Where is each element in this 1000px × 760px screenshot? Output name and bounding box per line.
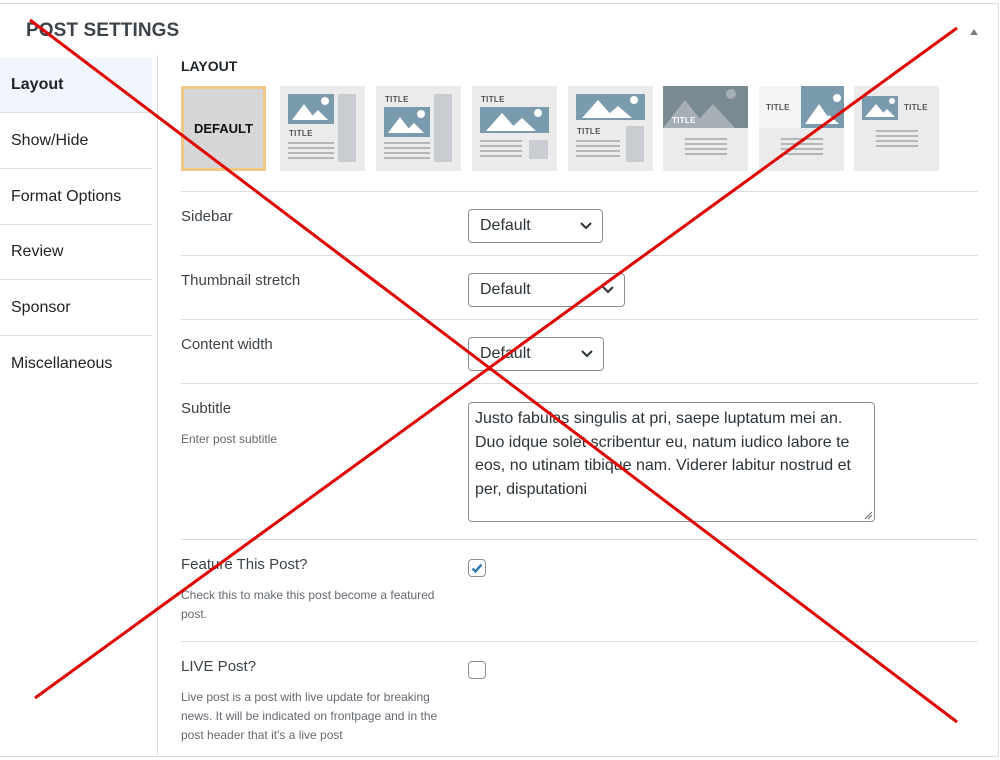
- divider: [181, 319, 978, 320]
- content-width-select[interactable]: Default: [468, 337, 604, 371]
- divider: [181, 191, 978, 192]
- layout-option-title: TITLE: [385, 95, 409, 104]
- tab-miscellaneous[interactable]: Miscellaneous: [0, 337, 152, 392]
- layout-option-title-left-image-right[interactable]: TITLE: [759, 86, 844, 171]
- layout-option-image-left-title-right[interactable]: TITLE: [854, 86, 939, 171]
- layout-option-title-top-image-sidebar[interactable]: TITLE: [376, 86, 461, 171]
- settings-tabs: Layout Show/Hide Format Options Review S…: [0, 55, 158, 755]
- resize-grip-icon[interactable]: [863, 510, 873, 520]
- layout-option-default-label: DEFAULT: [194, 121, 253, 136]
- live-post-label: LIVE Post?: [181, 658, 257, 675]
- layout-option-title: TITLE: [481, 95, 505, 104]
- subtitle-label: Subtitle: [181, 400, 232, 417]
- layout-option-title: TITLE: [904, 103, 928, 112]
- layout-option-title: TITLE: [672, 116, 696, 125]
- divider: [181, 641, 978, 642]
- feature-post-label: Feature This Post?: [181, 556, 308, 573]
- thumbnail-stretch-label: Thumbnail stretch: [181, 272, 301, 289]
- checkmark-icon: [471, 563, 483, 574]
- layout-option-title: TITLE: [577, 127, 601, 136]
- subtitle-textarea[interactable]: Justo fabulas singulis at pri, saepe lup…: [468, 402, 875, 522]
- layout-option-title-top-wide-image-small-box[interactable]: TITLE: [472, 86, 557, 171]
- tab-review[interactable]: Review: [0, 225, 152, 280]
- tab-format-options[interactable]: Format Options: [0, 170, 152, 225]
- live-post-description: Live post is a post with live update for…: [181, 690, 438, 742]
- tab-show-hide[interactable]: Show/Hide: [0, 114, 152, 169]
- tab-sponsor[interactable]: Sponsor: [0, 281, 152, 336]
- layout-option-title: TITLE: [766, 103, 790, 112]
- chevron-down-icon: [581, 350, 593, 358]
- feature-post-description: Check this to make this post become a fe…: [181, 588, 435, 621]
- chevron-down-icon: [580, 222, 592, 230]
- divider: [181, 539, 978, 540]
- layout-thumbnail-icon: [759, 86, 844, 155]
- sidebar-label: Sidebar: [181, 208, 233, 225]
- divider: [181, 383, 978, 384]
- thumbnail-stretch-select[interactable]: Default: [468, 273, 625, 307]
- chevron-down-icon: [602, 286, 614, 294]
- layout-option-title: TITLE: [289, 129, 313, 138]
- content-width-label: Content width: [181, 336, 273, 353]
- layout-option-default[interactable]: DEFAULT: [181, 86, 266, 171]
- layout-thumbnail-icon: [862, 96, 918, 147]
- tab-layout[interactable]: Layout: [0, 58, 152, 113]
- layout-thumbnail-icon: [663, 86, 748, 155]
- layout-option-image-top-title-below-sidebar[interactable]: TITLE: [568, 86, 653, 171]
- panel-title: POST SETTINGS: [26, 20, 180, 41]
- live-post-checkbox[interactable]: [468, 661, 486, 679]
- subtitle-description: Enter post subtitle: [181, 432, 278, 446]
- triangle-up-icon[interactable]: [968, 26, 980, 38]
- layout-option-image-left-title-below-sidebar[interactable]: TITLE: [280, 86, 365, 171]
- feature-post-checkbox[interactable]: [468, 559, 486, 577]
- sidebar-select-value: Default: [480, 217, 531, 234]
- layout-section-label: LAYOUT: [181, 58, 238, 74]
- thumbnail-stretch-select-value: Default: [480, 281, 531, 298]
- layout-option-full-image-title-overlay[interactable]: TITLE: [663, 86, 748, 171]
- divider: [181, 255, 978, 256]
- subtitle-textarea-value: Justo fabulas singulis at pri, saepe lup…: [475, 410, 851, 498]
- content-width-select-value: Default: [480, 345, 531, 362]
- sidebar-select[interactable]: Default: [468, 209, 603, 243]
